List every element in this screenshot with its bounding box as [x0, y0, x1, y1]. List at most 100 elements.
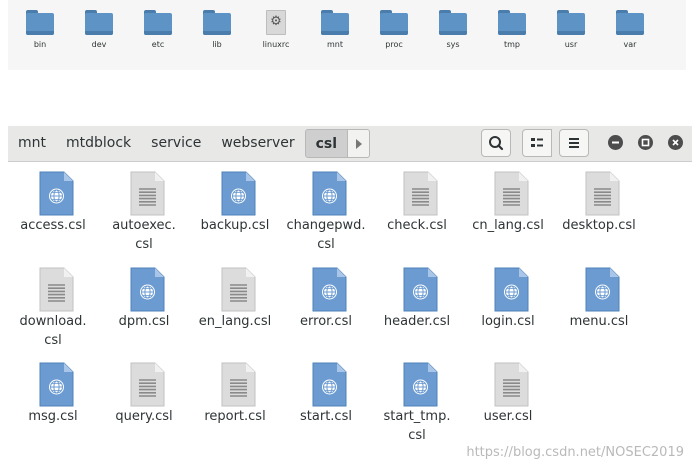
file-item[interactable]: changepwd. csl: [283, 162, 369, 254]
file-name: access.csl: [20, 218, 86, 233]
file-name: dpm.csl: [118, 314, 170, 329]
file-item[interactable]: autoexec. csl: [101, 162, 187, 254]
file-name: msg.csl: [28, 409, 78, 424]
root-item-tmp[interactable]: tmp: [482, 10, 542, 60]
file-grid: access.csl autoexec. csl backup.csl changepw…: [8, 162, 692, 466]
file-name: desktop.csl: [562, 218, 636, 233]
text-document-icon: [584, 171, 620, 216]
watermark: https://blog.csdn.net/NOSEC2019: [466, 445, 684, 460]
root-item-linuxrc[interactable]: ⚙ linuxrc: [246, 10, 306, 60]
globe-document-icon: [220, 171, 256, 216]
globe-document-icon: [311, 267, 347, 312]
path-crumb-mnt[interactable]: mnt: [8, 129, 56, 158]
search-icon: [489, 136, 504, 151]
text-document-icon: [220, 267, 256, 312]
path-crumb-mtdblock[interactable]: mtdblock: [56, 129, 141, 158]
root-item-var[interactable]: var: [600, 10, 660, 60]
minimize-icon: [612, 141, 619, 144]
globe-document-icon: [402, 267, 438, 312]
path-forward-button[interactable]: [348, 129, 371, 158]
file-name: error.csl: [300, 314, 352, 329]
root-item-label: etc: [151, 40, 165, 49]
file-item[interactable]: query.csl: [101, 353, 187, 445]
file-item[interactable]: check.csl: [374, 162, 460, 254]
root-item-label: proc: [385, 40, 403, 49]
text-document-icon: [129, 362, 165, 407]
root-item-label: dev: [91, 40, 107, 49]
globe-document-icon: [402, 362, 438, 407]
root-item-label: tmp: [503, 40, 520, 49]
file-name: header.csl: [383, 314, 451, 329]
folder-icon: [144, 10, 172, 35]
file-item[interactable]: menu.csl: [556, 258, 642, 350]
file-item[interactable]: cn_lang.csl: [465, 162, 551, 254]
menu-button[interactable]: [559, 129, 589, 157]
root-item-dev[interactable]: dev: [69, 10, 129, 60]
file-manager-window: mnt mtdblock service webserver csl acces…: [8, 126, 692, 466]
globe-document-icon: [311, 362, 347, 407]
minimize-button[interactable]: [608, 135, 623, 150]
file-item[interactable]: dpm.csl: [101, 258, 187, 350]
file-name: start.csl: [300, 409, 352, 424]
root-item-sys[interactable]: sys: [423, 10, 483, 60]
text-document-icon: [493, 362, 529, 407]
file-item[interactable]: en_lang.csl: [192, 258, 278, 350]
view-toggle-button[interactable]: [522, 129, 552, 157]
globe-document-icon: [38, 171, 74, 216]
root-item-label: mnt: [327, 40, 343, 49]
root-item-label: lib: [212, 40, 222, 49]
path-bar: mnt mtdblock service webserver csl: [8, 129, 371, 158]
file-name: download. csl: [19, 314, 87, 348]
root-directory-panel: bin dev etc lib ⚙ linuxrc mnt proc sys tmp usr var: [8, 0, 686, 70]
folder-icon: [380, 10, 408, 35]
globe-document-icon: [129, 267, 165, 312]
text-document-icon: [402, 171, 438, 216]
root-item-proc[interactable]: proc: [364, 10, 424, 60]
root-item-label: linuxrc: [262, 40, 290, 49]
search-button[interactable]: [481, 129, 511, 157]
path-crumb-service[interactable]: service: [141, 129, 211, 158]
file-item[interactable]: header.csl: [374, 258, 460, 350]
file-item[interactable]: access.csl: [10, 162, 96, 254]
root-item-label: usr: [564, 40, 578, 49]
folder-icon: [26, 10, 54, 35]
file-name: report.csl: [204, 409, 266, 424]
root-item-bin[interactable]: bin: [10, 10, 70, 60]
file-item[interactable]: desktop.csl: [556, 162, 642, 254]
file-item[interactable]: user.csl: [465, 353, 551, 445]
text-document-icon: [220, 362, 256, 407]
gear-icon: ⚙: [262, 10, 290, 35]
folder-icon: [557, 10, 585, 35]
file-item[interactable]: msg.csl: [10, 353, 96, 445]
path-crumb-webserver[interactable]: webserver: [211, 129, 304, 158]
root-item-etc[interactable]: etc: [128, 10, 188, 60]
list-view-icon: [531, 138, 543, 147]
header-bar: mnt mtdblock service webserver csl: [8, 126, 692, 162]
path-crumb-csl[interactable]: csl: [304, 129, 349, 158]
file-item[interactable]: error.csl: [283, 258, 369, 350]
globe-document-icon: [38, 362, 74, 407]
file-name: en_lang.csl: [198, 314, 272, 329]
root-item-usr[interactable]: usr: [541, 10, 601, 60]
close-button[interactable]: [668, 135, 683, 150]
file-name: login.csl: [481, 314, 535, 329]
root-item-mnt[interactable]: mnt: [305, 10, 365, 60]
globe-document-icon: [311, 171, 347, 216]
root-item-label: var: [623, 40, 637, 49]
root-item-label: sys: [446, 40, 460, 49]
file-item[interactable]: start_tmp. csl: [374, 353, 460, 445]
file-item[interactable]: report.csl: [192, 353, 278, 445]
file-item[interactable]: backup.csl: [192, 162, 278, 254]
globe-document-icon: [493, 267, 529, 312]
root-item-lib[interactable]: lib: [187, 10, 247, 60]
hamburger-icon: [569, 138, 579, 148]
file-item[interactable]: login.csl: [465, 258, 551, 350]
folder-icon: [616, 10, 644, 35]
folder-icon: [439, 10, 467, 35]
maximize-button[interactable]: [638, 135, 653, 150]
file-item[interactable]: download. csl: [10, 258, 96, 350]
file-item[interactable]: start.csl: [283, 353, 369, 445]
folder-icon: [85, 10, 113, 35]
file-name: check.csl: [387, 218, 447, 233]
root-item-label: bin: [33, 40, 47, 49]
